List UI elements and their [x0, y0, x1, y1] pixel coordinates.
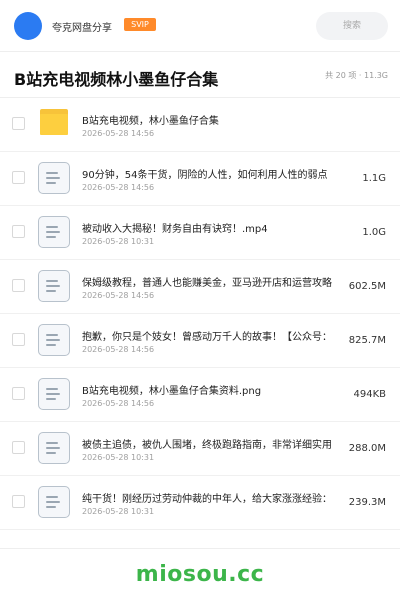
file-date: 2026-05-28 14:56	[82, 291, 155, 300]
file-name[interactable]: 纯干货！刚经历过劳动仲裁的中年人，给大家涨涨经验：	[82, 490, 352, 505]
file-size: 1.1G	[360, 173, 386, 184]
file-name[interactable]: B站充电视频，林小墨鱼仔合集资料.png	[82, 382, 352, 397]
file-date: 2026-05-28 14:56	[82, 345, 155, 354]
file-row[interactable]: 被动收入大揭秘！财务自由有诀窍！.mp4 2026-05-28 10:31 1.0G	[0, 206, 400, 260]
file-row[interactable]: B站充电视频，林小墨鱼仔合集 2026-05-28 14:56	[0, 98, 400, 152]
document-icon	[38, 324, 70, 356]
file-name[interactable]: 保姆级教程，普通人也能赚美金，亚马逊开店和运营攻略	[82, 274, 352, 289]
row-checkbox[interactable]	[12, 333, 25, 346]
file-name[interactable]: 抱歉，你只是个妓女！曾感动万千人的故事！【公众号：	[82, 328, 352, 343]
file-size: 1.0G	[360, 227, 386, 238]
file-row[interactable]: 被债主追债，被仇人围堵，终极跑路指南，非常详细实用 2026-05-28 10:3…	[0, 422, 400, 476]
document-icon	[38, 486, 70, 518]
document-icon	[38, 162, 70, 194]
folder-title: B站充电视频林小墨鱼仔合集	[14, 70, 219, 89]
file-size: 288.0M	[346, 443, 386, 454]
file-row[interactable]: 纯干货！刚经历过劳动仲裁的中年人，给大家涨涨经验： 2026-05-28 10:3…	[0, 476, 400, 530]
file-date: 2026-05-28 10:31	[82, 237, 155, 246]
top-bar: 夸克网盘分享 SVIP 搜索	[0, 0, 400, 52]
row-checkbox[interactable]	[12, 225, 25, 238]
sharer-name[interactable]: 夸克网盘分享	[52, 19, 112, 34]
svip-badge: SVIP	[124, 18, 156, 31]
avatar[interactable]	[14, 12, 42, 40]
document-icon	[38, 432, 70, 464]
watermark-text: miosou.cc	[135, 562, 265, 587]
file-size: 825.7M	[346, 335, 386, 346]
folder-header: B站充电视频林小墨鱼仔合集 共 20 项 · 11.3G	[0, 52, 400, 98]
file-row[interactable]: 保姆级教程，普通人也能赚美金，亚马逊开店和运营攻略 2026-05-28 14:5…	[0, 260, 400, 314]
file-size: 602.5M	[346, 281, 386, 292]
row-checkbox[interactable]	[12, 171, 25, 184]
file-row[interactable]: 抱歉，你只是个妓女！曾感动万千人的故事！【公众号： 2026-05-28 14:5…	[0, 314, 400, 368]
file-date: 2026-05-28 14:56	[82, 399, 155, 408]
document-icon	[38, 378, 70, 410]
row-checkbox[interactable]	[12, 441, 25, 454]
file-name[interactable]: B站充电视频，林小墨鱼仔合集	[82, 112, 352, 127]
document-icon	[38, 270, 70, 302]
folder-meta: 共 20 项 · 11.3G	[325, 71, 388, 80]
file-date: 2026-05-28 14:56	[82, 129, 155, 138]
file-date: 2026-05-28 10:31	[82, 507, 155, 516]
file-date: 2026-05-28 10:31	[82, 453, 155, 462]
file-row[interactable]: 90分钟，54条干货，阴险的人性，如何利用人性的弱点 2026-05-28 14:…	[0, 152, 400, 206]
row-checkbox[interactable]	[12, 117, 25, 130]
file-name[interactable]: 被债主追债，被仇人围堵，终极跑路指南，非常详细实用	[82, 436, 352, 451]
folder-icon	[38, 108, 70, 140]
document-icon	[38, 216, 70, 248]
file-size: 239.3M	[346, 497, 386, 508]
file-name[interactable]: 90分钟，54条干货，阴险的人性，如何利用人性的弱点	[82, 166, 352, 181]
file-date: 2026-05-28 14:56	[82, 183, 155, 192]
divider	[0, 548, 400, 549]
file-name[interactable]: 被动收入大揭秘！财务自由有诀窍！.mp4	[82, 220, 352, 235]
file-size: 494KB	[351, 389, 386, 400]
row-checkbox[interactable]	[12, 387, 25, 400]
file-list: B站充电视频，林小墨鱼仔合集 2026-05-28 14:56 90分钟，54条干货…	[0, 98, 400, 530]
row-checkbox[interactable]	[12, 495, 25, 508]
search-input[interactable]: 搜索	[316, 12, 388, 40]
row-checkbox[interactable]	[12, 279, 25, 292]
file-row[interactable]: B站充电视频，林小墨鱼仔合集资料.png 2026-05-28 14:56 494K…	[0, 368, 400, 422]
